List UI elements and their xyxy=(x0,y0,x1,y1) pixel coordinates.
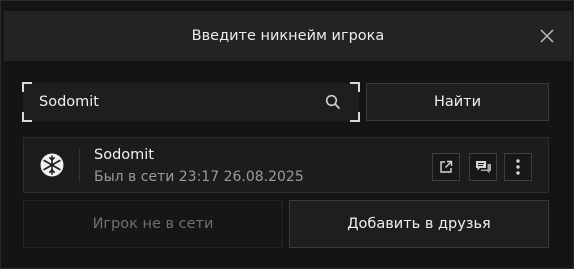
dialog-title: Введите никнейм игрока xyxy=(191,28,385,44)
find-button[interactable]: Найти xyxy=(366,83,549,121)
find-player-dialog: Введите никнейм игрока Найти xyxy=(0,0,574,269)
focus-corner xyxy=(350,82,360,92)
open-profile-button[interactable] xyxy=(432,153,460,181)
player-offline-button: Игрок не в сети xyxy=(23,200,283,248)
focus-corner xyxy=(350,112,360,122)
focus-corner xyxy=(22,112,32,122)
avatar xyxy=(34,147,70,183)
player-last-seen: Был в сети 23:17 26.08.2025 xyxy=(94,169,304,185)
player-name: Sodomit xyxy=(94,147,154,163)
focus-corner xyxy=(22,82,32,92)
more-vertical-icon xyxy=(516,159,520,175)
player-card[interactable]: Sodomit Был в сети 23:17 26.08.2025 xyxy=(23,137,549,193)
nickname-input[interactable] xyxy=(39,83,309,121)
close-button[interactable] xyxy=(536,25,558,47)
close-icon xyxy=(540,29,554,43)
add-friend-button[interactable]: Добавить в друзья xyxy=(289,200,549,248)
more-options-button[interactable] xyxy=(504,153,532,181)
avatar-divider xyxy=(79,148,80,182)
message-button[interactable] xyxy=(469,153,497,181)
chat-icon xyxy=(475,160,491,173)
dialog-header: Введите никнейм игрока xyxy=(4,11,572,61)
search-box[interactable] xyxy=(22,82,360,122)
search-icon[interactable] xyxy=(325,94,341,110)
snowflake-icon xyxy=(40,153,64,177)
external-link-icon xyxy=(440,160,453,173)
